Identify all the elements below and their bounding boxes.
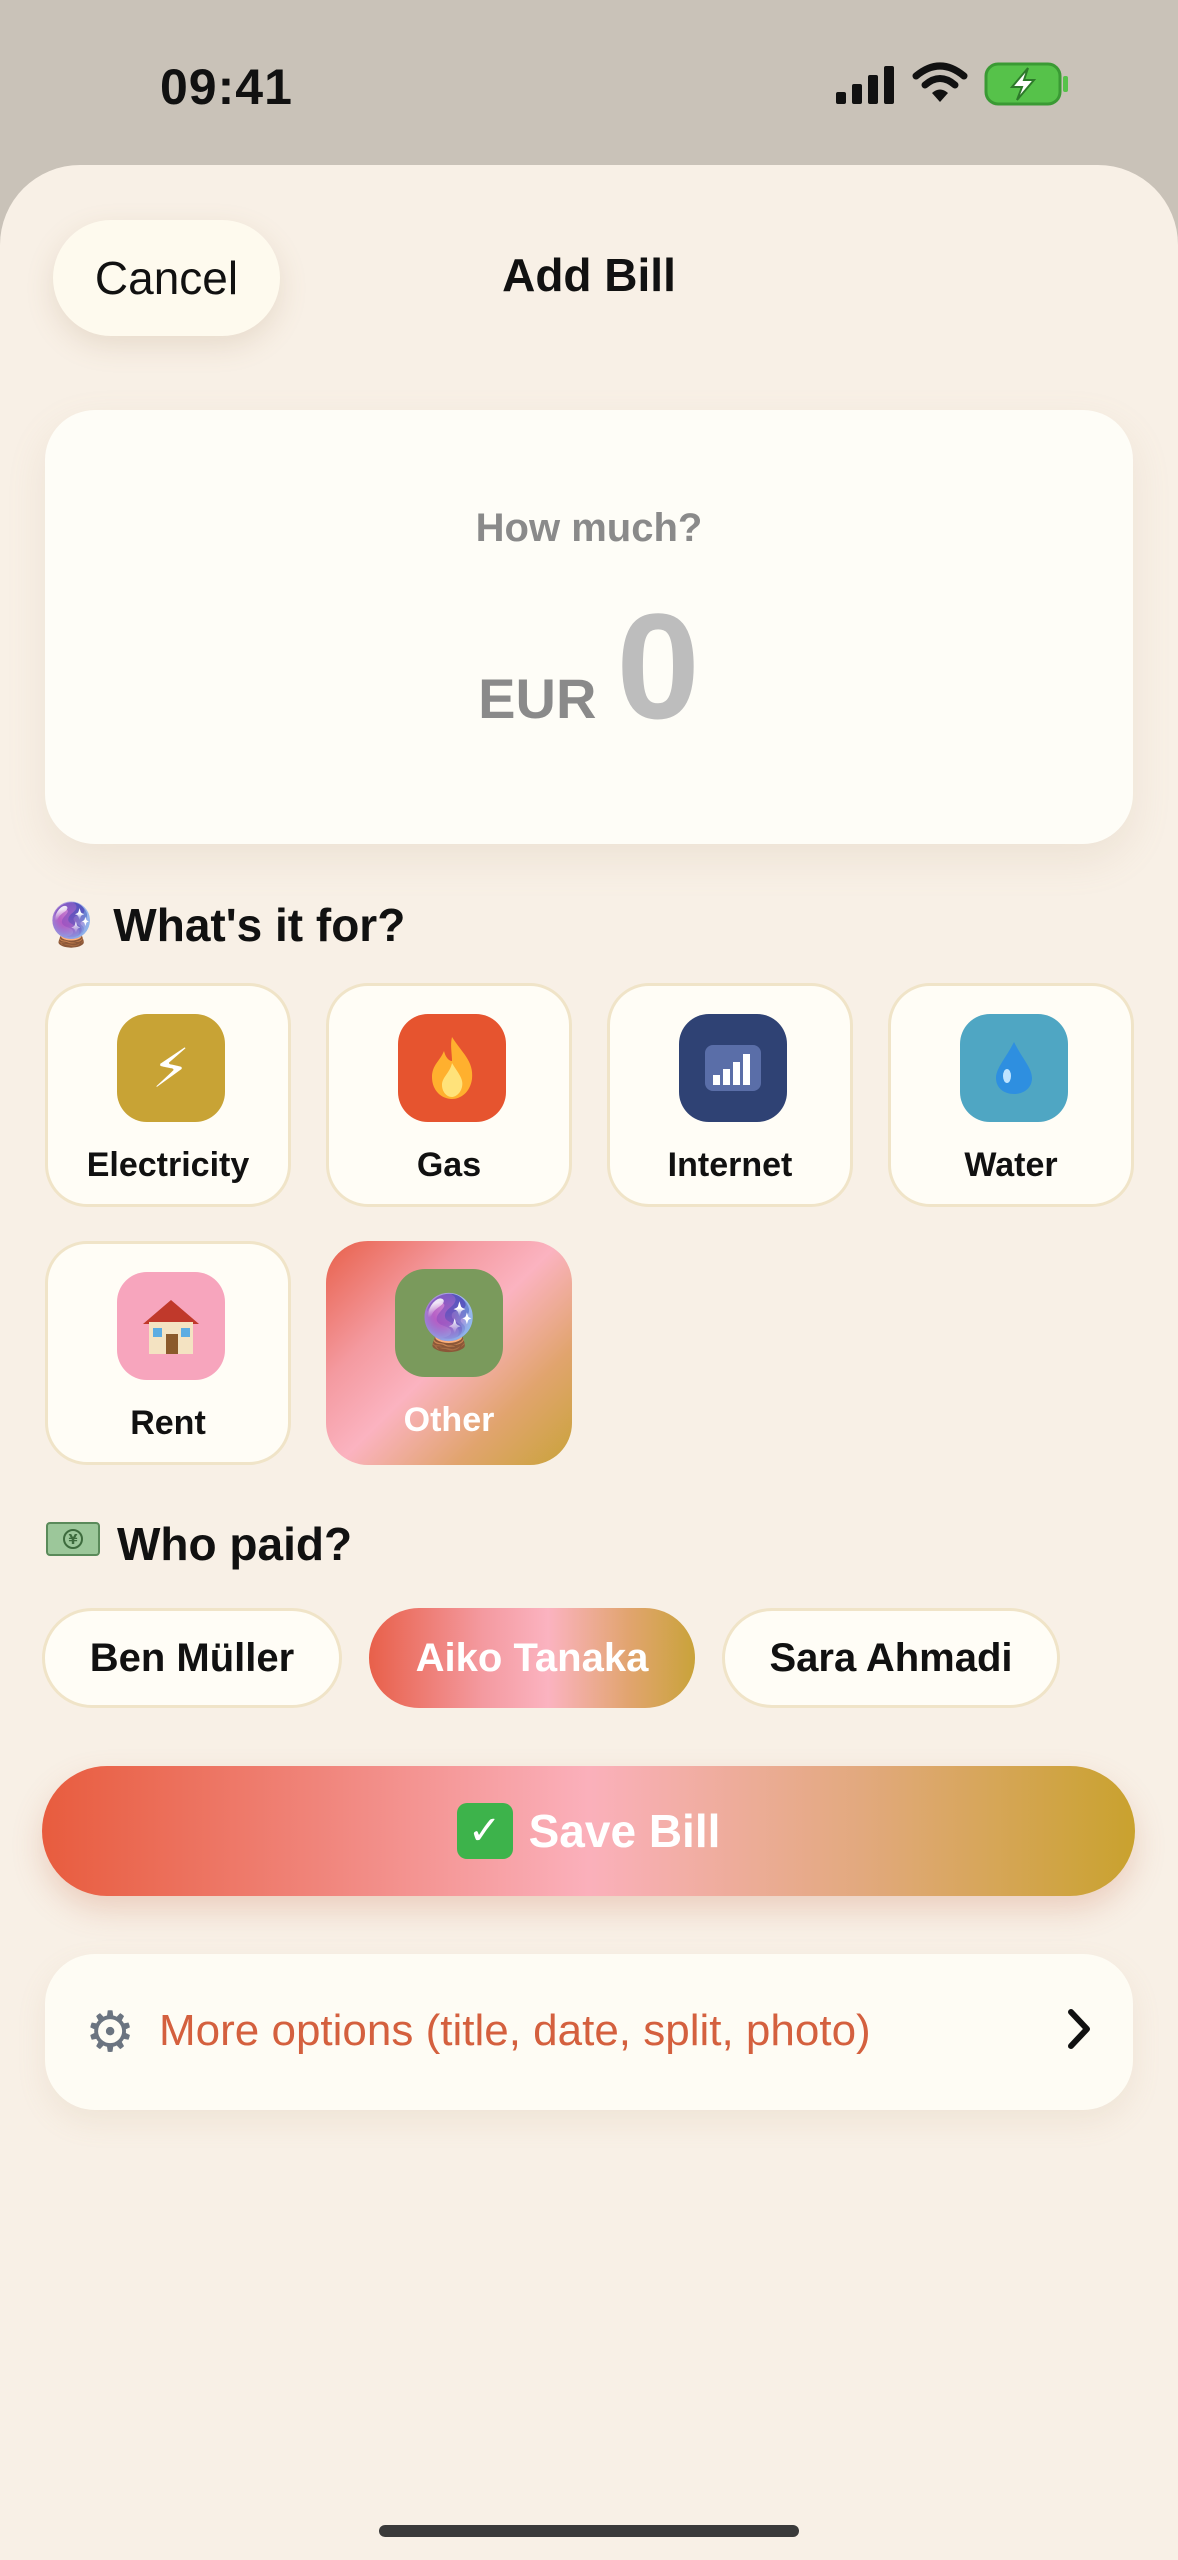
save-bill-label: Save Bill [528,1805,721,1857]
payer-aiko-tanaka[interactable]: Aiko Tanaka [369,1608,695,1708]
currency-label: EUR [478,667,597,730]
payer-section-title: ¥ Who paid? [45,1517,352,1571]
category-label: Water [964,1146,1058,1184]
lightning-icon: ⚡ [117,1014,225,1122]
more-options-label: More options (title, date, split, photo) [159,2006,871,2055]
category-label: Gas [416,1146,482,1184]
svg-text:¥: ¥ [68,1533,77,1548]
status-time: 09:41 [160,59,293,115]
amount-row[interactable]: EUR 0 [45,580,1133,753]
category-label: Other [403,1401,495,1439]
category-label: Internet [667,1146,793,1184]
crystal-ball-hand-icon: 🔮 [45,900,98,949]
amount-prompt: How much? [475,506,703,550]
payer-section-label: Who paid? [117,1518,353,1570]
category-water[interactable]: Water [888,983,1134,1207]
category-section-label: What's it for? [113,899,406,951]
signal-bars-icon [679,1014,787,1122]
category-label: Rent [130,1404,206,1442]
category-internet[interactable]: Internet [607,983,853,1207]
category-section-title: 🔮 What's it for? [45,898,405,952]
banknote-icon: ¥ [45,1519,101,1569]
status-bar: 09:41 [0,0,1178,165]
droplet-icon [960,1014,1068,1122]
battery-charging-icon [984,62,1068,106]
category-gas[interactable]: Gas [326,983,572,1207]
category-rent[interactable]: Rent [45,1241,291,1465]
more-options-row[interactable]: ⚙ More options (title, date, split, phot… [45,1954,1133,2110]
chevron-right-icon [1068,2009,1090,2049]
category-electricity[interactable]: ⚡ Electricity [45,983,291,1207]
category-other[interactable]: 🔮 Other [326,1241,572,1465]
cellular-signal-icon [836,66,894,104]
page-title: Add Bill [502,249,676,301]
save-bill-button[interactable]: ✓ Save Bill [42,1766,1135,1896]
crystal-ball-icon: 🔮 [395,1269,503,1377]
check-box-icon: ✓ [456,1803,513,1859]
wifi-icon [912,62,968,102]
house-icon [117,1272,225,1380]
amount-card[interactable]: How much? EUR 0 [45,410,1133,844]
fire-icon [398,1014,506,1122]
category-label: Electricity [86,1146,250,1184]
payer-sara-ahmadi[interactable]: Sara Ahmadi [722,1608,1060,1708]
home-indicator[interactable] [379,2525,799,2537]
amount-value[interactable]: 0 [616,580,699,753]
payer-ben-muller[interactable]: Ben Müller [42,1608,342,1708]
gear-icon: ⚙ [85,2000,136,2065]
